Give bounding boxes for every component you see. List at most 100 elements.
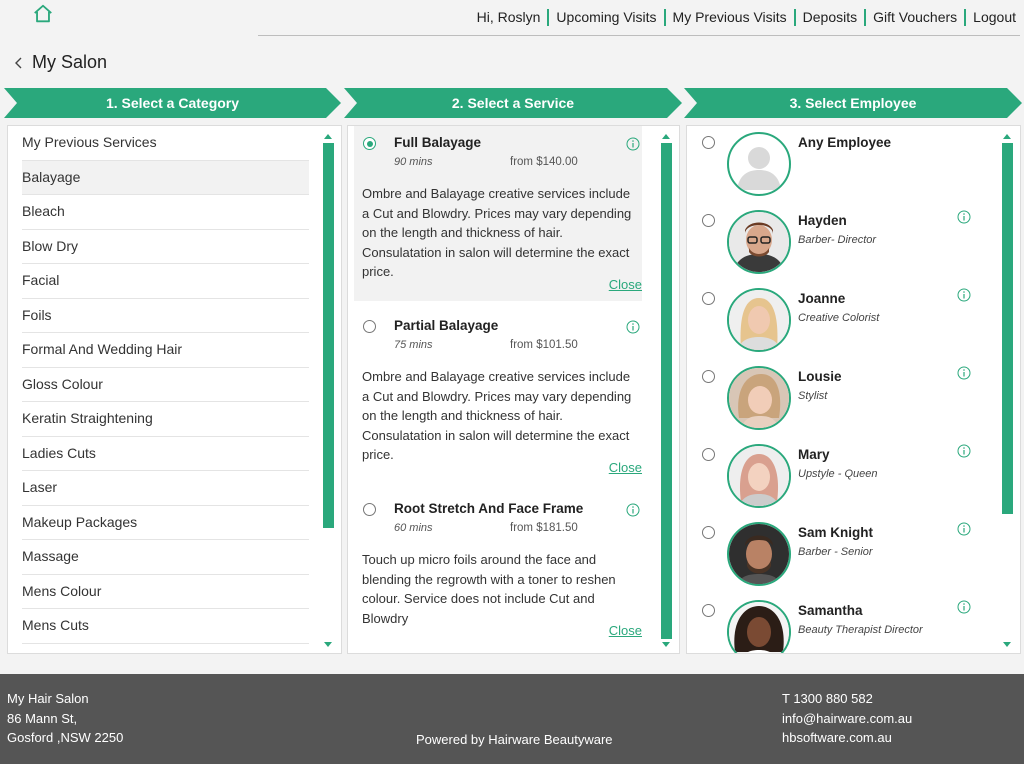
chevron-left-icon[interactable] (12, 55, 26, 71)
phone: T 1300 880 582 (782, 691, 873, 706)
employee-name: Lousie (798, 369, 842, 384)
category-item[interactable]: My Previous Services (22, 126, 309, 161)
employee-item[interactable]: Joanne Creative Colorist (687, 282, 987, 360)
service-radio[interactable] (363, 320, 376, 333)
service-name: Full Balayage (394, 135, 482, 150)
service-duration: 75 mins (394, 339, 433, 351)
email-link[interactable]: info@hairware.com.au (782, 709, 912, 729)
photo-portrait (729, 446, 789, 506)
employee-role: Creative Colorist (798, 312, 880, 324)
employee-item[interactable]: Hayden Barber- Director (687, 204, 987, 282)
nav-deposits[interactable]: Deposits (793, 9, 864, 26)
scroll-up-arrow[interactable] (324, 134, 332, 139)
salon-name: My Hair Salon (7, 691, 89, 706)
employee-role: Stylist (798, 390, 828, 402)
scroll-up-arrow[interactable] (662, 134, 670, 139)
employee-scrollbar[interactable] (1000, 132, 1014, 649)
greeting: Hi, Roslyn (476, 9, 541, 25)
employee-name: Any Employee (798, 135, 892, 150)
employee-radio[interactable] (702, 526, 715, 539)
scroll-down-arrow[interactable] (1003, 642, 1011, 647)
avatar (727, 132, 791, 196)
category-item[interactable]: Laser (22, 471, 309, 506)
employee-radio[interactable] (702, 292, 715, 305)
employee-radio[interactable] (702, 604, 715, 617)
employee-radio[interactable] (702, 370, 715, 383)
service-name: Root Stretch And Face Frame (394, 501, 584, 516)
avatar (727, 522, 791, 586)
step-select-employee: 3. Select Employee (684, 88, 1022, 118)
category-item[interactable]: Keratin Straightening (22, 402, 309, 437)
info-icon[interactable] (957, 444, 971, 458)
info-icon[interactable] (957, 366, 971, 380)
category-item[interactable]: Ladies Cuts (22, 437, 309, 471)
service-duration: 90 mins (394, 156, 433, 168)
close-link[interactable]: Close (609, 623, 642, 638)
scroll-down-arrow[interactable] (662, 642, 670, 647)
employee-item[interactable]: Sam Knight Barber - Senior (687, 516, 987, 594)
close-link[interactable]: Close (609, 277, 642, 292)
category-item[interactable]: Massage (22, 540, 309, 575)
service-radio[interactable] (363, 137, 376, 150)
category-item[interactable]: Mens Cuts (22, 609, 309, 644)
close-link[interactable]: Close (609, 460, 642, 475)
employee-item[interactable]: Mary Upstyle - Queen (687, 438, 987, 516)
step-label: 1. Select a Category (105, 95, 240, 111)
powered-by: Powered by Hairware Beautyware (416, 732, 613, 747)
category-item[interactable]: Blow Dry (22, 230, 309, 264)
category-item[interactable]: Foils (22, 299, 309, 333)
category-item[interactable]: Bleach (22, 195, 309, 230)
scroll-thumb[interactable] (323, 143, 334, 528)
divider (258, 35, 1020, 36)
address-line: Gosford ,NSW 2250 (7, 730, 124, 745)
nav-previous-visits[interactable]: My Previous Visits (663, 9, 794, 26)
category-item[interactable]: Makeup Packages (22, 506, 309, 540)
home-icon[interactable] (32, 3, 54, 25)
info-icon[interactable] (626, 320, 640, 334)
service-item[interactable]: Partial Balayage 75 mins from $101.50 Om… (354, 309, 642, 484)
employee-name: Joanne (798, 291, 846, 306)
service-radio[interactable] (363, 503, 376, 516)
service-item[interactable]: Full Balayage 90 mins from $140.00 Ombre… (354, 126, 642, 301)
employee-radio[interactable] (702, 448, 715, 461)
category-item[interactable]: Facial (22, 264, 309, 299)
scroll-thumb[interactable] (661, 143, 672, 639)
nav-upcoming-visits[interactable]: Upcoming Visits (547, 9, 663, 26)
avatar (727, 444, 791, 508)
service-price: from $101.50 (510, 339, 578, 351)
footer-address: My Hair Salon 86 Mann St, Gosford ,NSW 2… (7, 689, 123, 748)
employee-item[interactable]: Samantha Beauty Therapist Director (687, 594, 987, 653)
employee-radio[interactable] (702, 214, 715, 227)
category-item[interactable]: Mens Colour (22, 575, 309, 609)
category-item[interactable]: Formal And Wedding Hair (22, 333, 309, 368)
employee-name: Samantha (798, 603, 863, 618)
scroll-up-arrow[interactable] (1003, 134, 1011, 139)
nav-gift-vouchers[interactable]: Gift Vouchers (864, 9, 964, 26)
employee-item[interactable]: Lousie Stylist (687, 360, 987, 438)
page-title: My Salon (32, 52, 108, 72)
website-link[interactable]: hbsoftware.com.au (782, 728, 912, 748)
employee-panel: Any Employee Hayden Barber- Director Joa… (686, 125, 1021, 654)
category-list: My Previous Services Balayage Bleach Blo… (22, 126, 309, 644)
info-icon[interactable] (957, 288, 971, 302)
employee-item[interactable]: Any Employee (687, 126, 987, 204)
category-item[interactable]: Balayage (22, 160, 309, 195)
info-icon[interactable] (626, 503, 640, 517)
footer: My Hair Salon 86 Mann St, Gosford ,NSW 2… (0, 674, 1024, 764)
info-icon[interactable] (957, 522, 971, 536)
info-icon[interactable] (957, 600, 971, 614)
info-icon[interactable] (626, 137, 640, 151)
category-item[interactable]: Gloss Colour (22, 368, 309, 402)
step-select-category: 1. Select a Category (4, 88, 341, 118)
service-price: from $181.50 (510, 522, 578, 534)
scroll-thumb[interactable] (1002, 143, 1013, 514)
scroll-down-arrow[interactable] (324, 642, 332, 647)
service-item[interactable]: Root Stretch And Face Frame 60 mins from… (354, 492, 642, 652)
service-scrollbar[interactable] (659, 132, 673, 649)
employee-radio[interactable] (702, 136, 715, 149)
avatar (727, 366, 791, 430)
info-icon[interactable] (957, 210, 971, 224)
employee-name: Sam Knight (798, 525, 874, 540)
category-scrollbar[interactable] (321, 132, 335, 649)
nav-logout[interactable]: Logout (964, 9, 1016, 26)
